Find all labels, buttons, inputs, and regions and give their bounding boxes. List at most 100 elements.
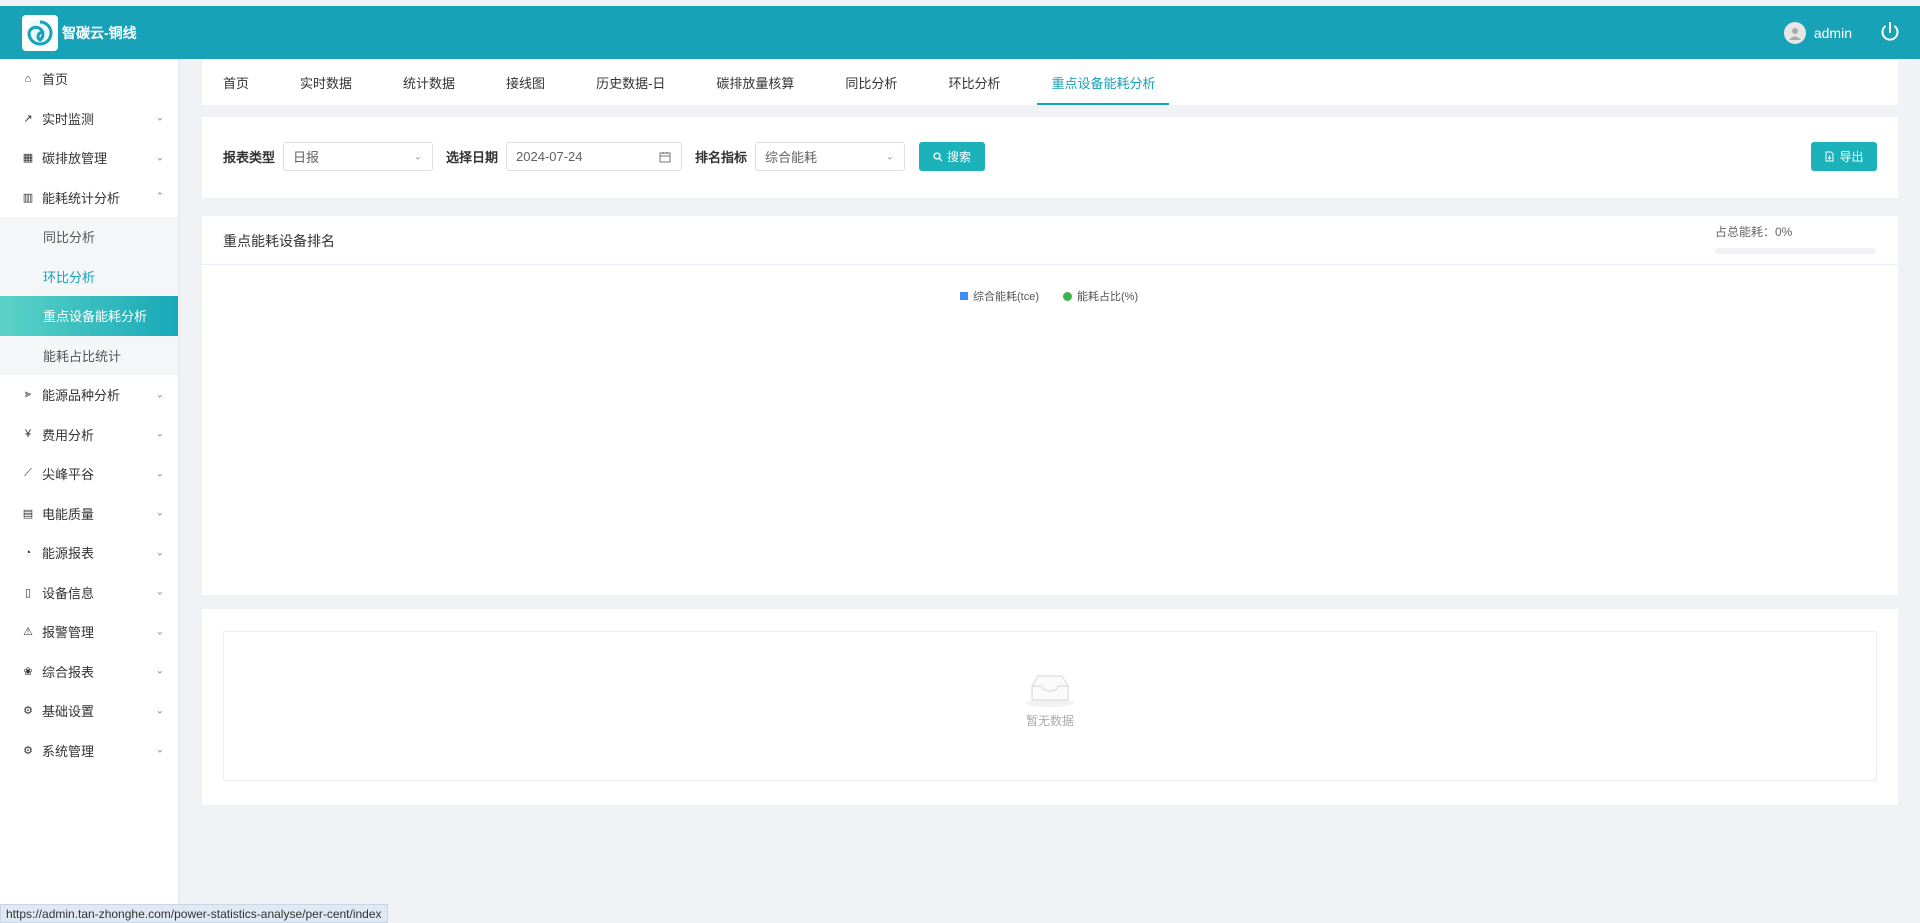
- rank-label: 排名指标: [695, 150, 748, 165]
- sidebar-item-label: 基础设置: [42, 704, 95, 720]
- report-type-select[interactable]: 日报 ⌄: [283, 142, 433, 171]
- sidebar-item-carbon[interactable]: ▦ 碳排放管理 ⌄: [0, 138, 180, 178]
- tab-wiring-diagram[interactable]: 接线图: [506, 59, 545, 105]
- sidebar-subitem-mom[interactable]: 环比分析: [0, 257, 180, 297]
- search-button[interactable]: 搜索: [919, 142, 985, 171]
- chart-header: 重点能耗设备排名 占总能耗：0%: [202, 216, 1898, 265]
- tab-yoy[interactable]: 同比分析: [845, 59, 897, 105]
- status-url: https://admin.tan-zhonghe.com/power-stat…: [6, 906, 382, 921]
- sidebar-item-composite-report[interactable]: ❀ 综合报表 ⌄: [0, 652, 180, 692]
- total-share-progress: [1715, 248, 1876, 254]
- user-icon: [1788, 27, 1801, 40]
- swirl-logo-icon: [27, 19, 53, 46]
- date-value: 2024-07-24: [516, 149, 583, 164]
- filter-panel: 报表类型 日报 ⌄ 选择日期 2024-07-24 排名指标 综合能耗 ⌄ 搜索…: [202, 117, 1898, 198]
- chevron-down-icon: ⌄: [155, 547, 164, 559]
- total-share-text: 占总能耗：0%: [1715, 225, 1793, 239]
- sidebar-subitem-label: 重点设备能耗分析: [43, 309, 148, 325]
- sidebar-item-realtime[interactable]: ↗ 实时监测 ⌄: [0, 99, 180, 139]
- sidebar-item-cost[interactable]: ¥ 费用分析 ⌄: [0, 415, 180, 455]
- username[interactable]: admin: [1814, 25, 1852, 41]
- logo[interactable]: [22, 14, 58, 51]
- sidebar-item-energy-report[interactable]: ◔ 能源报表 ⌄: [0, 533, 180, 573]
- power-icon[interactable]: [1878, 20, 1902, 44]
- tab-mom[interactable]: 环比分析: [948, 59, 1000, 105]
- chevron-down-icon: ⌄: [885, 151, 894, 162]
- gear-icon: ⚙: [23, 744, 33, 757]
- tab-key-device[interactable]: 重点设备能耗分析: [1037, 59, 1170, 105]
- tab-history-day[interactable]: 历史数据-日: [596, 59, 665, 105]
- sidebar-menu: ⌂ 首页 ↗ 实时监测 ⌄ ▦ 碳排放管理 ⌄ ▥ 能耗统计分析 ⌃ 同比分析 …: [0, 59, 180, 770]
- sidebar-subitem-key-device[interactable]: 重点设备能耗分析: [0, 296, 180, 336]
- sidebar-item-device-info[interactable]: ▯ 设备信息 ⌄: [0, 573, 180, 613]
- empty-text: 暂无数据: [1025, 714, 1074, 728]
- report-type-value: 日报: [293, 150, 320, 165]
- sidebar: ⌂ 首页 ↗ 实时监测 ⌄ ▦ 碳排放管理 ⌄ ▥ 能耗统计分析 ⌃ 同比分析 …: [0, 59, 180, 923]
- data-table: 暂无数据: [223, 631, 1877, 781]
- chevron-down-icon: ⌄: [155, 389, 164, 401]
- tab-home[interactable]: 首页: [223, 59, 249, 105]
- data-table-card: 暂无数据: [202, 609, 1898, 805]
- sidebar-item-label: 综合报表: [42, 664, 95, 680]
- line-chart-icon: ⟋: [24, 467, 32, 480]
- sidebar-item-label: 能耗统计分析: [42, 190, 121, 206]
- date-picker[interactable]: 2024-07-24: [506, 142, 682, 171]
- sidebar-item-power-quality[interactable]: ▤ 电能质量 ⌄: [0, 494, 180, 534]
- sidebar-subitem-label: 能耗占比统计: [43, 348, 122, 364]
- legend-label: 综合能耗(tce): [973, 291, 1039, 303]
- tab-stats-data[interactable]: 统计数据: [403, 59, 455, 105]
- chevron-down-icon: ⌄: [155, 626, 164, 638]
- chevron-down-icon: ⌄: [155, 665, 164, 677]
- sidebar-item-label: 实时监测: [42, 111, 95, 127]
- browser-status-bar: https://admin.tan-zhonghe.com/power-stat…: [0, 904, 388, 923]
- sidebar-item-label: 碳排放管理: [42, 151, 108, 167]
- sidebar-item-label: 能源品种分析: [42, 388, 121, 404]
- tab-carbon-accounting[interactable]: 碳排放量核算: [716, 59, 794, 105]
- legend-item-consumption[interactable]: 综合能耗(tce): [960, 288, 1039, 304]
- brand-name: 智碳云-铜线: [62, 24, 137, 41]
- sidebar-subitem-yoy[interactable]: 同比分析: [0, 217, 180, 257]
- alarm-icon: ⚠: [23, 626, 33, 639]
- sidebar-item-label: 首页: [42, 72, 69, 88]
- sidebar-item-alarm[interactable]: ⚠ 报警管理 ⌄: [0, 612, 180, 652]
- sidebar-item-home[interactable]: ⌂ 首页: [0, 59, 180, 99]
- chevron-down-icon: ⌄: [155, 586, 164, 598]
- sidebar-item-energy-type[interactable]: ⫸ 能源品种分析 ⌄: [0, 375, 180, 415]
- tab-realtime-data[interactable]: 实时数据: [300, 59, 352, 105]
- sidebar-item-peak[interactable]: ⟋ 尖峰平谷 ⌄: [0, 454, 180, 494]
- gear-icon: ⚙: [23, 705, 33, 718]
- tabs-bar: 首页 实时数据 统计数据 接线图 历史数据-日 碳排放量核算 同比分析 环比分析…: [202, 59, 1898, 105]
- avatar[interactable]: [1783, 21, 1806, 44]
- calendar-icon: ▤: [22, 507, 34, 520]
- sidebar-item-label: 能源报表: [42, 546, 95, 562]
- sidebar-item-label: 报警管理: [42, 625, 95, 641]
- energy-icon: ⫸: [24, 388, 32, 401]
- search-button-label: 搜索: [946, 150, 971, 164]
- export-icon: [1825, 151, 1834, 162]
- date-label: 选择日期: [446, 150, 499, 165]
- chevron-down-icon: ⌄: [155, 744, 164, 756]
- legend-item-share[interactable]: 能耗占比(%): [1063, 288, 1138, 304]
- export-button[interactable]: 导出: [1811, 142, 1877, 171]
- sidebar-item-system[interactable]: ⚙ 系统管理 ⌄: [0, 731, 180, 771]
- sidebar-subitem-label: 同比分析: [43, 230, 96, 246]
- chevron-down-icon: ⌄: [155, 428, 164, 440]
- sidebar-item-energy-stats[interactable]: ▥ 能耗统计分析 ⌃: [0, 178, 180, 218]
- chevron-down-icon: ⌄: [413, 151, 422, 162]
- sidebar-item-label: 尖峰平谷: [42, 467, 95, 483]
- chart-title: 重点能耗设备排名: [223, 233, 335, 249]
- chevron-down-icon: ⌄: [155, 152, 164, 164]
- sidebar-subitem-label: 环比分析: [43, 269, 96, 285]
- trend-icon: ↗: [23, 112, 33, 125]
- user-menu[interactable]: admin: [1783, 21, 1852, 44]
- rank-select[interactable]: 综合能耗 ⌄: [755, 142, 905, 171]
- sidebar-subitem-share[interactable]: 能耗占比统计: [0, 336, 180, 376]
- empty-state: 暂无数据: [1024, 672, 1076, 729]
- legend-square-icon: [960, 292, 968, 300]
- empty-inbox-icon: [1026, 675, 1074, 707]
- bar-chart-icon: ▦: [22, 152, 34, 165]
- chevron-down-icon: ⌄: [155, 507, 164, 519]
- sidebar-item-basic-settings[interactable]: ⚙ 基础设置 ⌄: [0, 691, 180, 731]
- column-chart-icon: ▥: [22, 191, 34, 204]
- report-type-label: 报表类型: [223, 150, 276, 165]
